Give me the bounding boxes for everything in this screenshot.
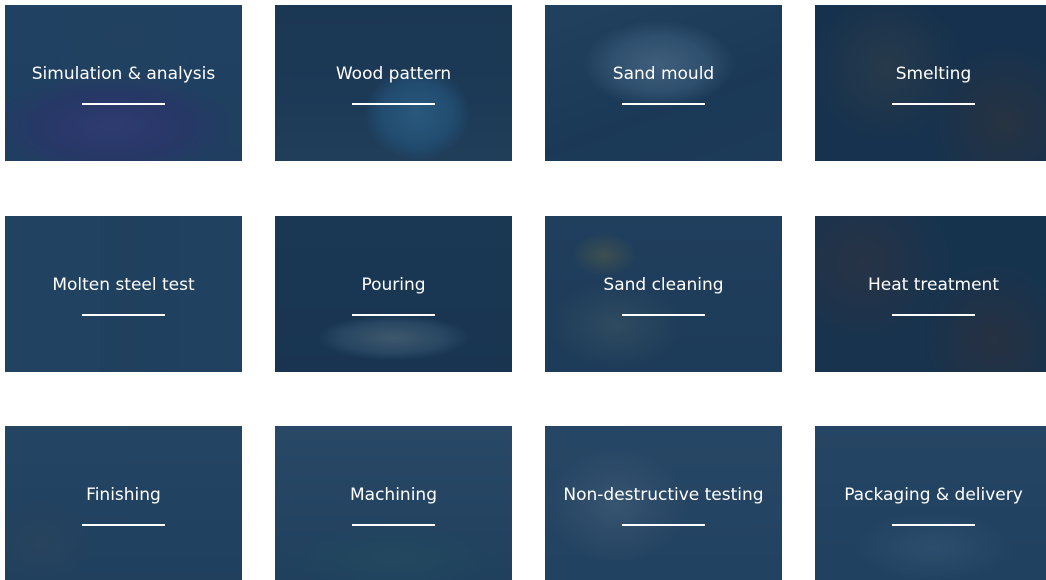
title-underline (622, 314, 705, 316)
card-machining[interactable]: Machining (275, 426, 512, 580)
card-heat-treatment[interactable]: Heat treatment (815, 216, 1046, 372)
card-finishing[interactable]: Finishing (5, 426, 242, 580)
card-simulation-analysis[interactable]: Simulation & analysis (5, 5, 242, 161)
card-smelting[interactable]: Smelting (815, 5, 1046, 161)
card-title: Machining (350, 485, 437, 505)
card-non-destructive-testing[interactable]: Non-destructive testing (545, 426, 782, 580)
process-grid: Simulation & analysis Wood pattern Sand … (0, 0, 1046, 580)
card-wood-pattern[interactable]: Wood pattern (275, 5, 512, 161)
title-underline (622, 524, 705, 526)
card-title: Non-destructive testing (563, 485, 764, 505)
title-underline (892, 314, 975, 316)
card-pouring[interactable]: Pouring (275, 216, 512, 372)
card-molten-steel-test[interactable]: Molten steel test (5, 216, 242, 372)
card-title: Packaging & delivery (844, 485, 1023, 505)
card-title: Sand cleaning (603, 275, 724, 295)
title-underline (82, 314, 165, 316)
title-underline (352, 103, 435, 105)
title-underline (892, 103, 975, 105)
card-title: Molten steel test (52, 275, 195, 295)
title-underline (82, 524, 165, 526)
card-title: Heat treatment (867, 275, 999, 295)
card-title: Pouring (361, 275, 426, 295)
card-title: Wood pattern (335, 64, 452, 84)
title-underline (622, 103, 705, 105)
card-title: Simulation & analysis (31, 64, 216, 84)
title-underline (82, 103, 165, 105)
card-title: Smelting (895, 64, 972, 84)
card-sand-mould[interactable]: Sand mould (545, 5, 782, 161)
card-title: Sand mould (612, 64, 715, 84)
card-title: Finishing (86, 485, 161, 505)
title-underline (352, 524, 435, 526)
card-sand-cleaning[interactable]: Sand cleaning (545, 216, 782, 372)
card-packaging-delivery[interactable]: Packaging & delivery (815, 426, 1046, 580)
title-underline (892, 524, 975, 526)
title-underline (352, 314, 435, 316)
